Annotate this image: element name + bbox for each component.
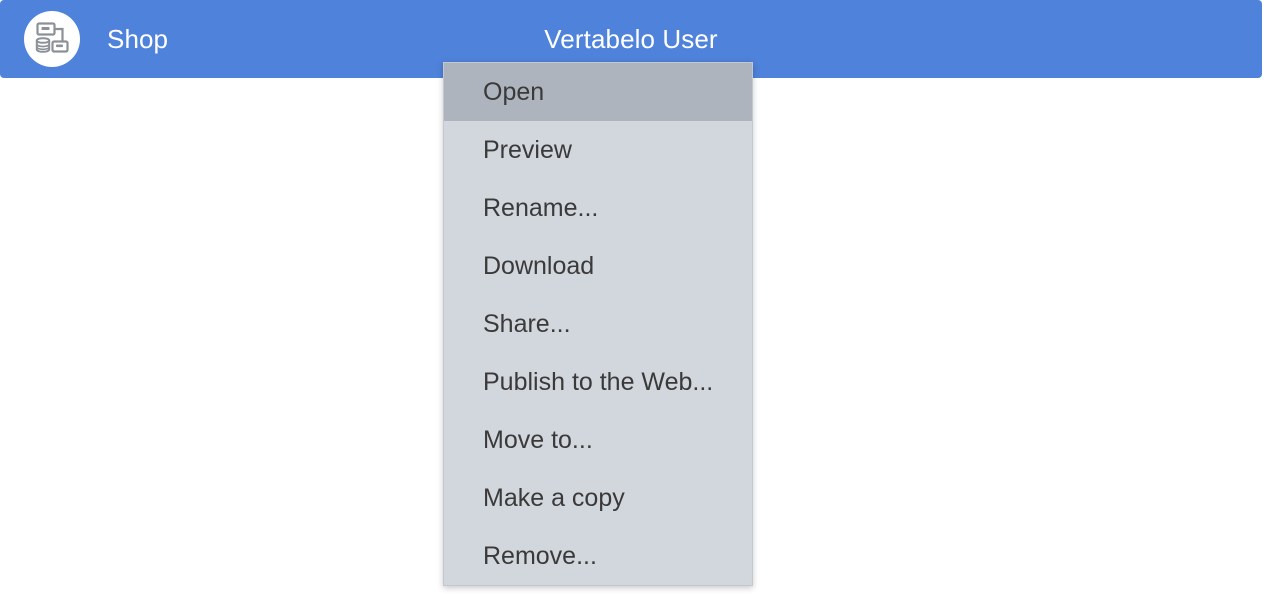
menu-item-remove[interactable]: Remove... bbox=[444, 527, 752, 585]
page-title: Shop bbox=[107, 24, 169, 54]
vertabelo-erd-logo-icon[interactable] bbox=[24, 11, 80, 67]
menu-item-publish-to-the-web[interactable]: Publish to the Web... bbox=[444, 353, 752, 411]
brand-area[interactable]: Shop bbox=[24, 11, 168, 67]
menu-item-open[interactable]: Open bbox=[444, 63, 752, 121]
menu-item-rename[interactable]: Rename... bbox=[444, 179, 752, 237]
menu-item-share[interactable]: Share... bbox=[444, 295, 752, 353]
menu-item-make-a-copy[interactable]: Make a copy bbox=[444, 469, 752, 527]
context-menu[interactable]: Open Preview Rename... Download Share... Publ… bbox=[443, 62, 753, 586]
menu-item-download[interactable]: Download bbox=[444, 237, 752, 295]
menu-item-move-to[interactable]: Move to... bbox=[444, 411, 752, 469]
menu-item-preview[interactable]: Preview bbox=[444, 121, 752, 179]
